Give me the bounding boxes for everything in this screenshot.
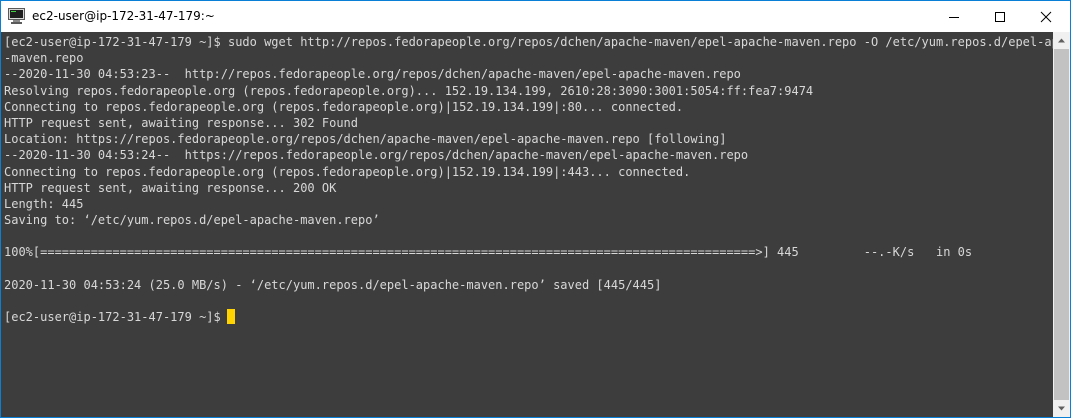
terminal-line: [ec2-user@ip-172-31-47-179 ~]$ sudo wget… — [4, 35, 1053, 49]
terminal-window: ec2-user@ip-172-31-47-179:~ [ec2-user@ip… — [0, 0, 1071, 418]
terminal-line: 2020-11-30 04:53:24 (25.0 MB/s) - ‘/etc/… — [4, 277, 662, 292]
scroll-down-button[interactable] — [1053, 400, 1070, 417]
scroll-up-arrow-icon — [1058, 38, 1065, 43]
scroll-down-arrow-icon — [1058, 406, 1065, 411]
terminal-line: Location: https://repos.fedorapeople.org… — [4, 132, 727, 147]
minimize-icon — [949, 17, 959, 18]
maximize-icon — [995, 12, 1005, 22]
terminal-line: HTTP request sent, awaiting response... … — [4, 115, 359, 130]
vertical-scrollbar[interactable] — [1053, 32, 1070, 417]
shell-prompt: [ec2-user@ip-172-31-47-179 ~]$ — [4, 310, 221, 325]
terminal-line: -maven.repo — [4, 51, 84, 66]
terminal-output[interactable]: [ec2-user@ip-172-31-47-179 ~]$ sudo wget… — [1, 32, 1053, 417]
terminal-line: --2020-11-30 04:53:23-- http://repos.fed… — [4, 67, 741, 82]
close-button[interactable] — [1023, 1, 1069, 32]
text-cursor — [226, 309, 235, 325]
terminal-line: Connecting to repos.fedorapeople.org (re… — [4, 99, 684, 114]
terminal-line: Saving to: ‘/etc/yum.repos.d/epel-apache… — [4, 213, 380, 228]
terminal-line: Length: 445 — [4, 196, 84, 211]
terminal-line: 100%[===================================… — [4, 245, 973, 260]
terminal-line: Connecting to repos.fedorapeople.org (re… — [4, 164, 691, 179]
window-title: ec2-user@ip-172-31-47-179:~ — [32, 9, 215, 23]
maximize-button[interactable] — [977, 1, 1023, 32]
close-icon — [1040, 11, 1052, 23]
scroll-up-button[interactable] — [1053, 32, 1070, 49]
terminal-lines: [ec2-user@ip-172-31-47-179 ~]$ sudo wget… — [4, 34, 1053, 325]
terminal-line: HTTP request sent, awaiting response... … — [4, 180, 337, 195]
minimize-button[interactable] — [931, 1, 977, 32]
prompt-line: [ec2-user@ip-172-31-47-179 ~]$ — [4, 309, 1053, 325]
terminal-line: Resolving repos.fedorapeople.org (repos.… — [4, 83, 814, 98]
title-bar[interactable]: ec2-user@ip-172-31-47-179:~ — [1, 1, 1070, 32]
terminal-line: --2020-11-30 04:53:24-- https://repos.fe… — [4, 148, 749, 163]
putty-terminal-icon — [8, 8, 25, 24]
scrollbar-thumb[interactable] — [1054, 49, 1069, 400]
